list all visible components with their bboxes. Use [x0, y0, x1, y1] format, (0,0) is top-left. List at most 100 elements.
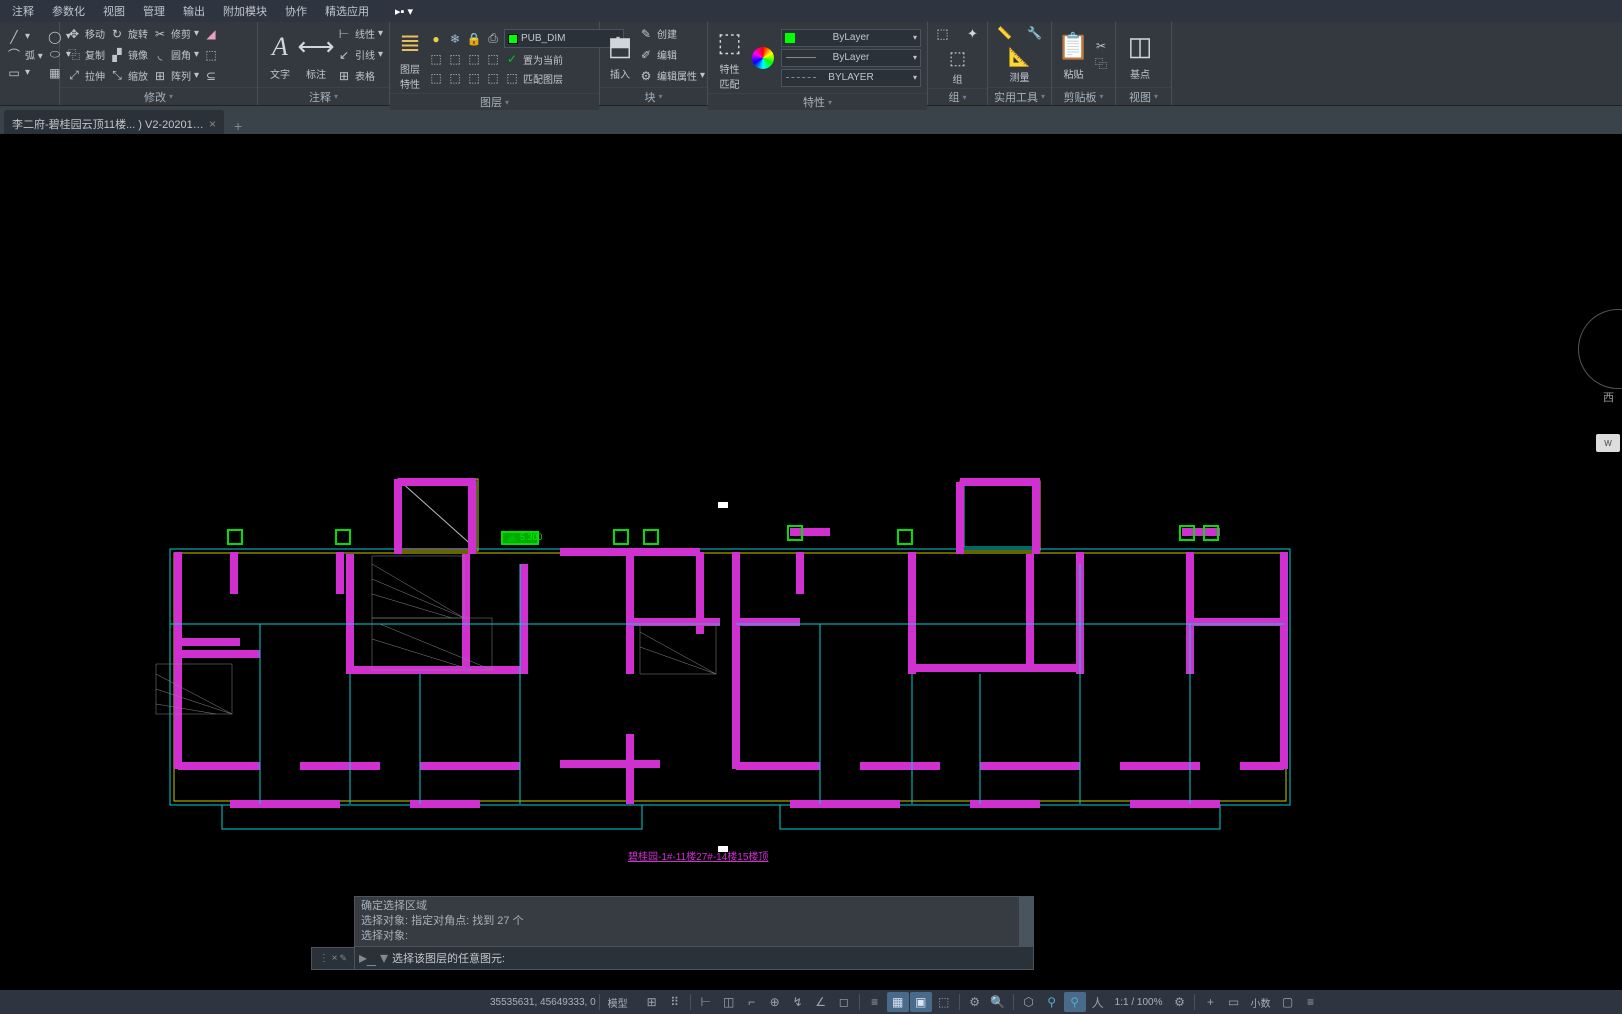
layer-props-button[interactable]: ≣ 图层 特性 [396, 24, 424, 91]
panel-block-title[interactable]: 块 [600, 87, 707, 105]
cmd-scrollbar[interactable] [1019, 897, 1033, 946]
wcs-button[interactable]: W [1596, 434, 1620, 452]
ann-auto-button[interactable]: ⚲ [1064, 992, 1086, 1012]
plot-icon[interactable]: ⎙ [485, 31, 501, 47]
draw-arc-tool[interactable]: ⌒弧 ▾ [6, 47, 43, 63]
otrack-button[interactable]: ∠ [810, 992, 832, 1012]
panel-annotation-title[interactable]: 注释 [258, 87, 389, 105]
close-icon[interactable]: × [209, 117, 216, 131]
snap-button[interactable]: ⠿ [664, 992, 686, 1012]
text-button[interactable]: A 文字 [264, 29, 296, 81]
menu-parametric[interactable]: 参数化 [44, 1, 93, 21]
color-combo[interactable]: ByLayer▾ [781, 29, 921, 47]
menu-featured[interactable]: 精选应用 [317, 1, 377, 21]
bulb-icon[interactable]: ● [428, 31, 444, 47]
lock-icon[interactable]: 🔒 [466, 31, 482, 47]
cust-icon[interactable]: ≡ [1299, 992, 1321, 1012]
cmd-handle[interactable]: ⋮ × ✎ [311, 947, 355, 970]
iso-button[interactable]: ↯ [787, 992, 809, 1012]
fillet-button[interactable]: ◟圆角 ▾ [152, 47, 199, 63]
ann-vis-button[interactable]: ⚲ [1041, 992, 1063, 1012]
transp-button[interactable]: ▦ [887, 992, 909, 1012]
osnap-button[interactable]: ◻ [833, 992, 855, 1012]
menu-view[interactable]: 视图 [95, 1, 133, 21]
panel-properties-title[interactable]: 特性 [708, 93, 927, 110]
dynamic-button[interactable]: ◫ [718, 992, 740, 1012]
grid-button[interactable]: ⊞ [641, 992, 663, 1012]
model-space-button[interactable]: 模型 [603, 995, 633, 1010]
insert-button[interactable]: ⬒ 插入 [606, 29, 634, 81]
scale-button[interactable]: ⤡缩放 [109, 68, 148, 84]
dim-button[interactable]: ⟷ 标注 [300, 29, 332, 81]
mirror-button[interactable]: ▞镜像 [109, 47, 148, 63]
polar-button[interactable]: ⊕ [764, 992, 786, 1012]
max-icon[interactable]: ▢ [1276, 992, 1298, 1012]
panel-clipboard-title[interactable]: 剪贴板 [1052, 87, 1115, 105]
cut-button[interactable]: ✂ [1093, 38, 1109, 54]
person-icon[interactable]: 人 [1087, 992, 1109, 1012]
menu-play-icon[interactable]: ▸▪ ▾ [387, 3, 421, 20]
draw-misc-tool[interactable]: ▭▾ [6, 65, 43, 81]
copy-clip-button[interactable]: ⿻ [1093, 56, 1109, 72]
plus-icon[interactable]: + [1199, 992, 1221, 1012]
mon-icon[interactable]: ▭ [1222, 992, 1244, 1012]
leader-button[interactable]: ↙引线 ▾ [336, 47, 383, 63]
panel-group-title[interactable]: 组 [928, 88, 987, 105]
menu-collab[interactable]: 协作 [277, 1, 315, 21]
layer-tools-row2[interactable]: ⬚⬚⬚⬚ ✓置为当前 [428, 51, 624, 67]
panel-view-title[interactable]: 视图 [1116, 87, 1171, 105]
qp-button[interactable]: ▣ [910, 992, 932, 1012]
util-1[interactable]: 📏 [991, 24, 1019, 42]
linetype-combo[interactable]: BYLAYER▾ [781, 69, 921, 87]
ortho-button[interactable]: ⌐ [741, 992, 763, 1012]
view-cube[interactable]: 西 [1576, 309, 1620, 409]
measure-button[interactable]: 📐 测量 [1006, 46, 1034, 84]
group-button[interactable]: ⬚ 组 [944, 46, 972, 86]
array-button[interactable]: ⊞阵列 ▾ [152, 68, 199, 84]
erase-button[interactable]: ◢ [203, 26, 219, 42]
panel-utilities-title[interactable]: 实用工具 [988, 87, 1051, 105]
stretch-button[interactable]: ⤢拉伸 [66, 68, 105, 84]
block-edit-button[interactable]: ✐编辑 [638, 47, 705, 63]
offset-button[interactable]: ⊆ [203, 68, 219, 84]
menu-addins[interactable]: 附加模块 [215, 1, 275, 21]
units-display[interactable]: 小数 [1245, 995, 1275, 1010]
menu-manage[interactable]: 管理 [135, 1, 173, 21]
draw-line-tool[interactable]: ╱▾ [6, 29, 43, 45]
sc-button[interactable]: ⬚ [933, 992, 955, 1012]
lwt-button[interactable]: ≡ [864, 992, 886, 1012]
color-wheel-button[interactable] [749, 47, 777, 69]
paste-button[interactable]: 📋 粘贴 [1058, 29, 1089, 81]
linear-dim-button[interactable]: ⊢线性 ▾ [336, 26, 383, 42]
base-button[interactable]: ◫ 基点 [1122, 29, 1158, 81]
table-button[interactable]: ⊞表格 [336, 68, 383, 84]
file-tab-active[interactable]: 李二府-碧桂园云顶11楼... ) V2-20201013* × [4, 110, 224, 134]
group-btn-2[interactable]: ✦ [959, 24, 987, 44]
am-button[interactable]: 🔍 [987, 992, 1009, 1012]
block-create-button[interactable]: ✎创建 [638, 26, 705, 42]
ws-button[interactable]: ⚙ [964, 992, 986, 1012]
menu-annotate[interactable]: 注释 [4, 1, 42, 21]
drawing-canvas[interactable]: 5.300 碧桂园-1#-11楼27#-14楼15楼顶 西 W [0, 134, 1622, 970]
trim-button[interactable]: ✂修剪 ▾ [152, 26, 199, 42]
scale-display[interactable]: 1:1 / 100% [1110, 997, 1168, 1008]
panel-modify-title[interactable]: 修改 [60, 87, 257, 105]
menu-output[interactable]: 输出 [175, 1, 213, 21]
group-btn-1[interactable]: ⬚ [929, 24, 957, 44]
move-button[interactable]: ✥移动 [66, 26, 105, 42]
block-attr-button[interactable]: ⚙编辑属性 ▾ [638, 68, 705, 84]
copy-button[interactable]: ⿻复制 [66, 47, 105, 63]
new-tab-button[interactable]: + [226, 118, 250, 134]
infer-button[interactable]: ⊢ [695, 992, 717, 1012]
util-2[interactable]: 🔧 [1021, 24, 1049, 42]
freeze-icon[interactable]: ❄ [447, 31, 463, 47]
rotate-button[interactable]: ↻旋转 [109, 26, 148, 42]
command-input[interactable] [392, 952, 1029, 964]
panel-layer-title[interactable]: 图层 [390, 93, 599, 110]
lineweight-combo[interactable]: ByLayer▾ [781, 49, 921, 67]
match-props-button[interactable]: ⬚ 特性 匹配 [714, 24, 745, 91]
layer-match-button[interactable]: ⬚⬚⬚⬚ ⬚匹配图层 [428, 70, 624, 86]
ann-mon-button[interactable]: ⬡ [1018, 992, 1040, 1012]
explode-button[interactable]: ⬚ [203, 47, 219, 63]
gear-icon[interactable]: ⚙ [1168, 992, 1190, 1012]
